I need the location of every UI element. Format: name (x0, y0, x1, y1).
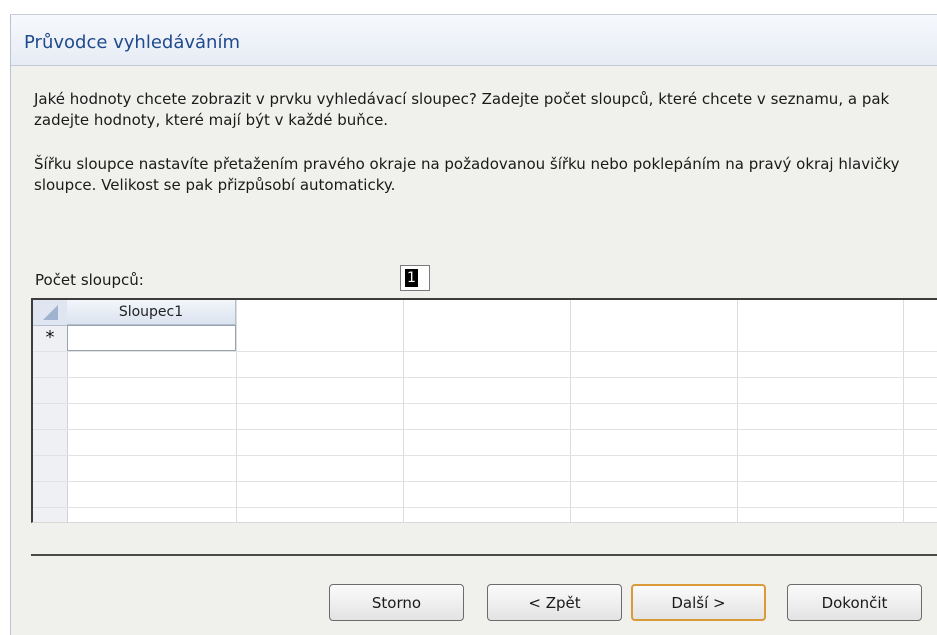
column-count-label: Počet sloupců: (35, 271, 144, 289)
values-grid[interactable]: Sloupec1 * (31, 298, 937, 523)
dialog-title: Průvodce vyhledáváním (24, 32, 240, 53)
button-separator (31, 554, 937, 556)
select-all-icon (43, 305, 58, 320)
title-bar: Průvodce vyhledáváním (11, 15, 937, 66)
column-width-hint-text: Šířku sloupce nastavíte přetažením pravé… (34, 155, 900, 194)
select-all-corner[interactable] (33, 300, 67, 326)
column-header-sloupec1[interactable]: Sloupec1 (67, 300, 236, 325)
column-count-input[interactable]: 1 (400, 265, 430, 291)
next-button[interactable]: Další > (631, 584, 766, 621)
finish-button[interactable]: Dokončit (787, 584, 922, 621)
cancel-button[interactable]: Storno (329, 584, 464, 621)
new-row-asterisk-icon: * (45, 327, 55, 348)
new-row-cell[interactable] (67, 325, 236, 351)
instructions-text: Jaké hodnoty chcete zobrazit v prvku vyh… (34, 90, 890, 129)
back-button[interactable]: < Zpět (487, 584, 622, 621)
lookup-wizard-dialog: Průvodce vyhledáváním Jaké hodnoty chcet… (10, 14, 937, 635)
column-count-value: 1 (405, 269, 418, 287)
